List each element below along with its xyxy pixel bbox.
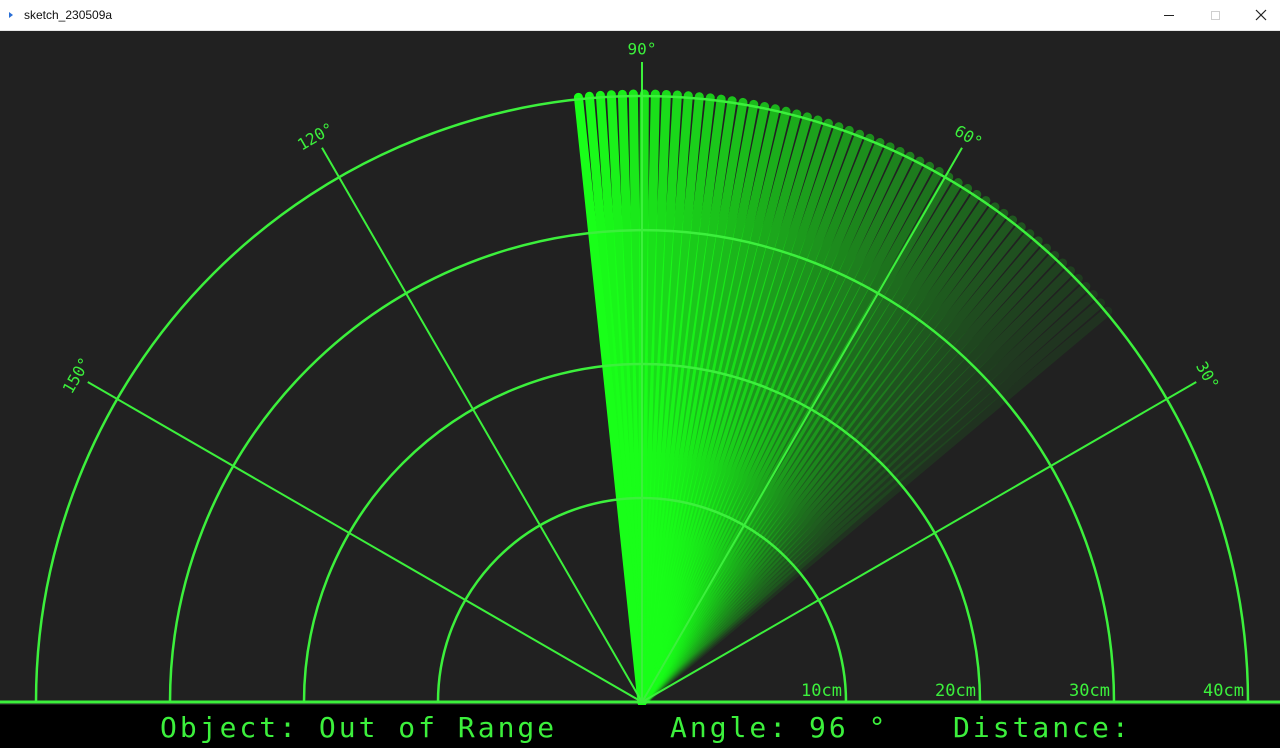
angle-label: 30°	[1192, 358, 1223, 393]
radar-sweep	[573, 89, 1113, 705]
distance-label: 10cm	[801, 681, 842, 701]
window-title: sketch_230509a	[24, 8, 113, 22]
app-window: sketch_230509a 30° 60° 90° 120° 150° 10cm 20c…	[0, 0, 1280, 748]
angle-readout: Angle: 96 °	[670, 711, 889, 744]
angle-label: 90°	[628, 40, 657, 59]
minimize-icon	[1164, 14, 1174, 16]
radar-display: 30° 60° 90° 120° 150° 10cm 20cm 30cm 40cm	[0, 40, 1280, 705]
close-button[interactable]	[1238, 0, 1280, 30]
distance-label: 20cm	[935, 681, 976, 701]
angle-label: 150°	[59, 354, 95, 397]
title-bar[interactable]: sketch_230509a	[0, 0, 1280, 31]
angle-label: 120°	[294, 119, 337, 155]
close-icon	[1255, 9, 1267, 21]
distance-label: 30cm	[1069, 681, 1110, 701]
distance-readout: Distance:	[953, 711, 1132, 744]
maximize-button[interactable]	[1192, 0, 1238, 30]
angle-label: 60°	[951, 121, 986, 152]
maximize-icon	[1210, 10, 1220, 20]
object-status: Object: Out of Range	[160, 711, 558, 744]
minimize-button[interactable]	[1146, 0, 1192, 30]
distance-label: 40cm	[1203, 681, 1244, 701]
sketch-canvas: 30° 60° 90° 120° 150° 10cm 20cm 30cm 40cm Objec…	[0, 31, 1280, 748]
status-bar: Object: Out of Range Angle: 96 ° Distanc…	[0, 705, 1280, 748]
app-icon	[9, 12, 13, 18]
distance-labels: 10cm 20cm 30cm 40cm	[801, 681, 1244, 701]
angle-spoke	[87, 381, 643, 703]
